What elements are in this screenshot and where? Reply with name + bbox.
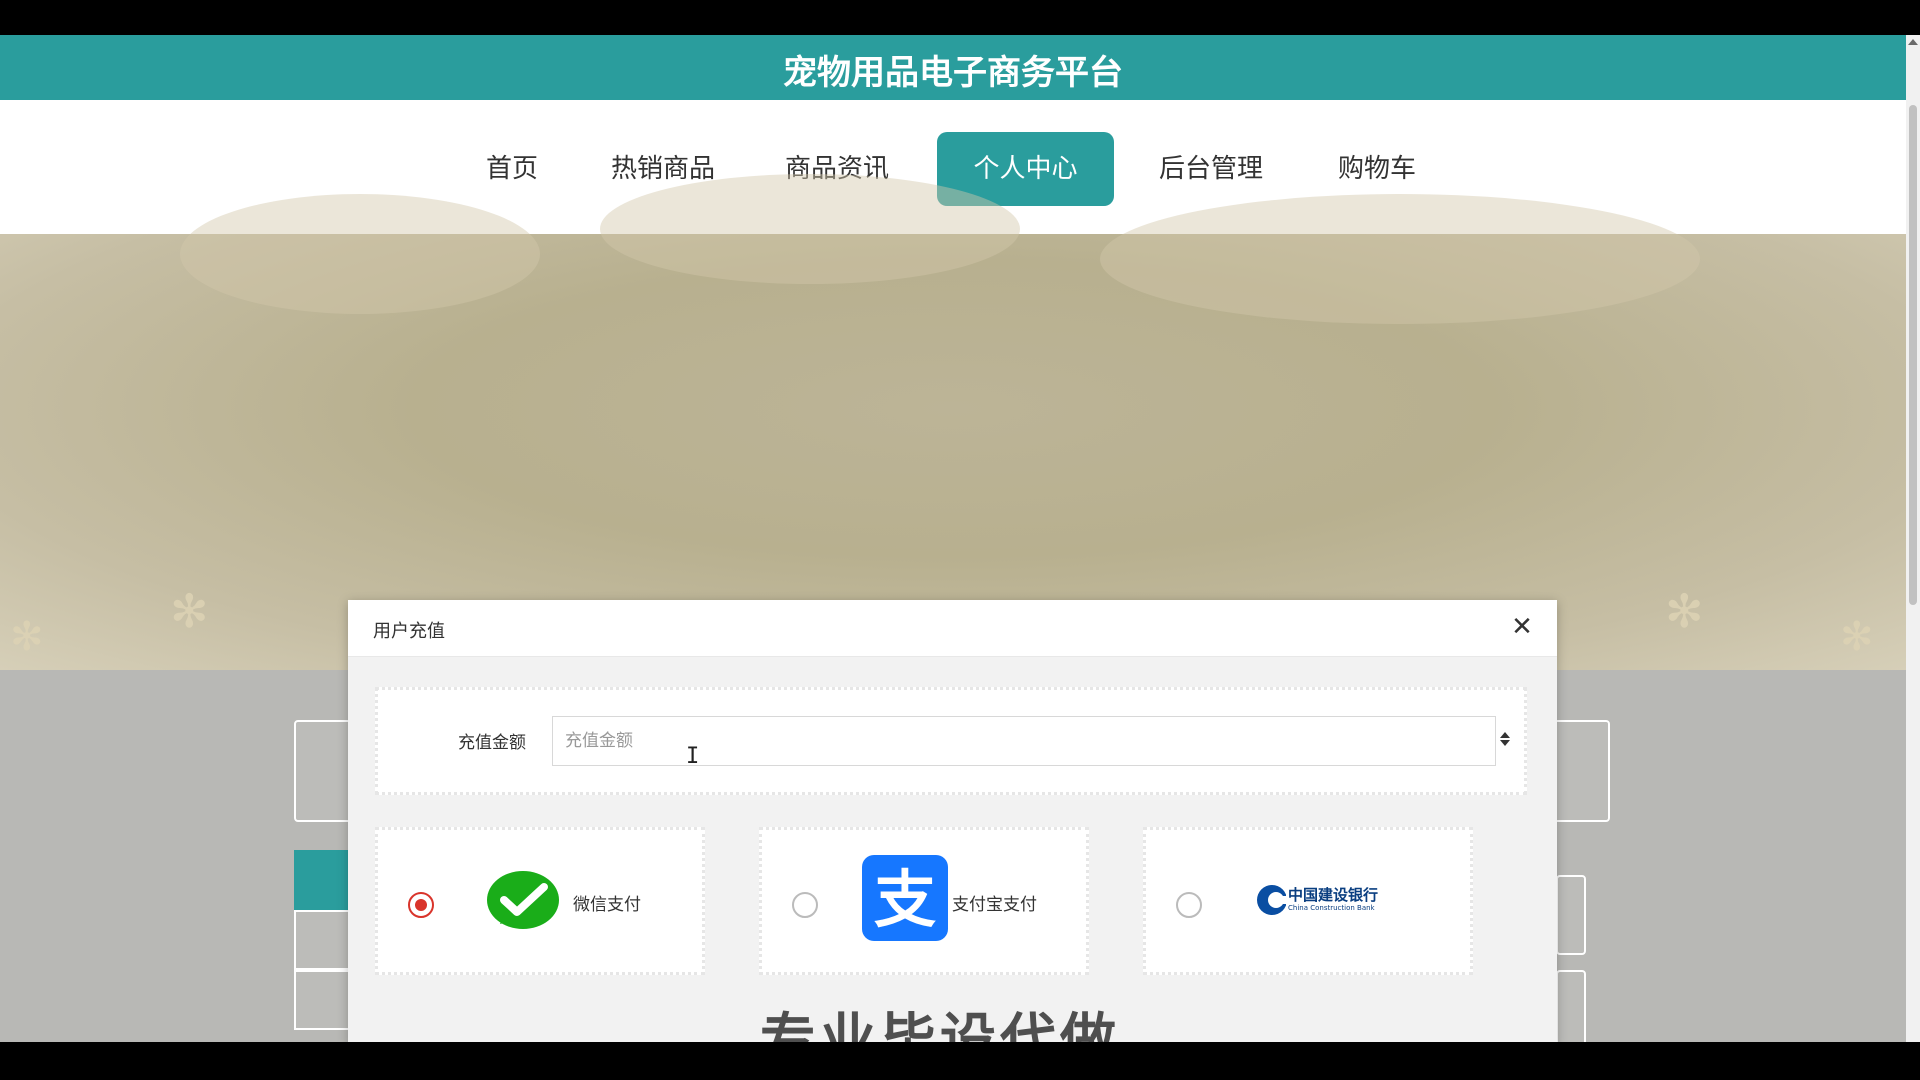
wechat-pay-icon	[487, 871, 559, 929]
modal-body: 充值金额 I 微信支付	[348, 657, 1557, 1042]
payment-option-ccb[interactable]: 中国建设银行 China Construction Bank	[1143, 827, 1473, 975]
payment-option-alipay[interactable]: 支 支付宝支付	[759, 827, 1089, 975]
wechat-pay-label: 微信支付	[573, 895, 641, 915]
site-header: 宠物用品电子商务平台	[0, 35, 1906, 100]
scroll-thumb[interactable]	[1909, 105, 1917, 605]
site-title: 宠物用品电子商务平台	[783, 53, 1123, 93]
alipay-icon: 支	[862, 855, 948, 941]
flower-decoration: ✻	[10, 614, 44, 660]
page-scrollbar[interactable]	[1906, 35, 1920, 1042]
close-icon[interactable]: ✕	[1507, 612, 1537, 642]
alipay-radio[interactable]	[792, 892, 818, 918]
amount-section: 充值金额 I	[375, 687, 1527, 795]
ccb-label: 中国建设银行	[1288, 886, 1379, 904]
ccb-radio[interactable]	[1176, 892, 1202, 918]
modal-title: 用户充值	[373, 621, 445, 642]
wechat-radio[interactable]	[408, 892, 434, 918]
flower-decoration: ✻	[170, 584, 209, 638]
ccb-logo	[1257, 885, 1286, 915]
text-cursor-icon: I	[686, 744, 700, 769]
nav-item-home[interactable]: 首页	[472, 132, 552, 206]
spin-up-icon[interactable]	[1500, 732, 1510, 738]
recharge-modal: 用户充值 ✕ 充值金额 I 微信支付	[348, 600, 1557, 1042]
spin-down-icon[interactable]	[1500, 740, 1510, 746]
browser-viewport: 宠物用品电子商务平台 首页 热销商品 商品资讯 个人中心 后台管理 购物车 ✻ …	[0, 35, 1920, 1042]
ccb-sublabel: China Construction Bank	[1288, 904, 1375, 912]
modal-header: 用户充值 ✕	[348, 600, 1557, 657]
letterbox-bottom	[0, 1042, 1920, 1080]
number-spinner[interactable]	[1500, 732, 1510, 746]
background-card	[1556, 875, 1586, 955]
flower-decoration: ✻	[1665, 584, 1704, 638]
svg-text:支: 支	[874, 863, 936, 936]
amount-label: 充值金额	[458, 733, 526, 753]
payment-option-wechat[interactable]: 微信支付	[375, 827, 705, 975]
nav-item-admin[interactable]: 后台管理	[1146, 132, 1276, 206]
alipay-label: 支付宝支付	[952, 895, 1037, 915]
scroll-up-icon[interactable]	[1908, 39, 1918, 45]
flower-decoration: ✻	[1840, 614, 1874, 660]
background-card	[1556, 970, 1586, 1042]
